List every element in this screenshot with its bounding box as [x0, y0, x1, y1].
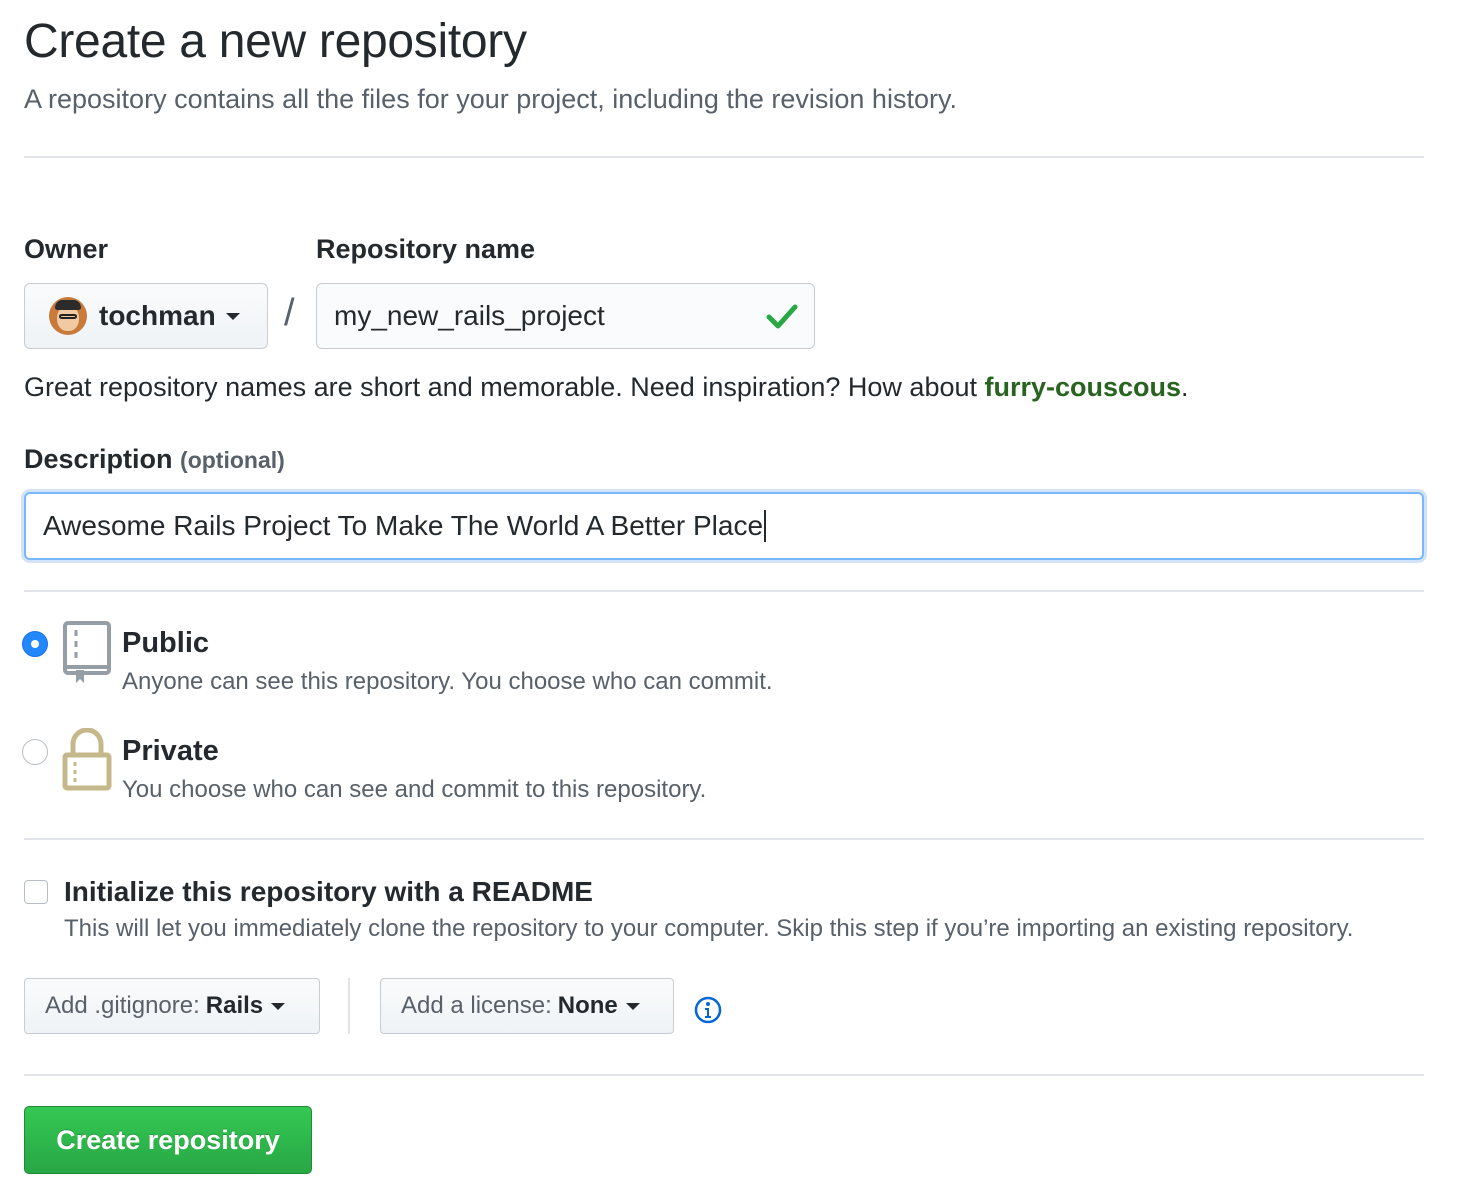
description-value: Awesome Rails Project To Make The World … [43, 510, 764, 541]
repo-name-input[interactable]: my_new_rails_project [316, 283, 815, 349]
private-description: You choose who can see and commit to thi… [122, 776, 707, 803]
public-title: Public [122, 627, 210, 659]
readme-checkbox[interactable] [24, 880, 48, 904]
text-cursor [764, 510, 767, 542]
repo-name-value: my_new_rails_project [334, 300, 605, 331]
page-title: Create a new repository [24, 15, 527, 68]
owner-dropdown[interactable]: tochman [24, 283, 268, 349]
divider [24, 1074, 1424, 1076]
gitignore-value: Rails [205, 992, 264, 1019]
readme-description: This will let you immediately clone the … [64, 915, 1354, 942]
private-radio[interactable] [22, 739, 48, 765]
description-label: Description (optional) [24, 444, 285, 474]
license-value: None [557, 992, 618, 1019]
owner-repo-separator: / [284, 292, 295, 334]
name-hint: Great repository names are short and mem… [24, 372, 1189, 402]
description-input[interactable]: Awesome Rails Project To Make The World … [24, 492, 1424, 560]
info-icon[interactable] [694, 996, 722, 1024]
divider [24, 590, 1424, 592]
name-suggestion-link[interactable]: furry-couscous [985, 372, 1182, 402]
lock-icon [62, 728, 112, 791]
gitignore-dropdown[interactable]: Add .gitignore: Rails [24, 978, 320, 1034]
license-dropdown[interactable]: Add a license: None [380, 978, 674, 1034]
public-radio[interactable] [22, 631, 48, 657]
create-repository-button[interactable]: Create repository [24, 1106, 312, 1174]
divider [24, 838, 1424, 840]
private-title: Private [122, 735, 219, 767]
repo-book-icon [63, 621, 111, 683]
optional-tag: (optional) [180, 447, 285, 473]
caret-down-icon [225, 312, 240, 320]
caret-down-icon [271, 1002, 286, 1010]
page-subtitle: A repository contains all the files for … [24, 84, 957, 114]
check-icon [766, 304, 798, 329]
readme-title: Initialize this repository with a README [64, 876, 593, 907]
owner-label: Owner [24, 234, 109, 264]
divider [348, 978, 350, 1034]
repo-name-label: Repository name [316, 234, 536, 264]
divider [24, 156, 1424, 158]
public-description: Anyone can see this repository. You choo… [122, 668, 773, 695]
owner-name: tochman [99, 300, 216, 331]
avatar [49, 297, 87, 335]
caret-down-icon [625, 1002, 640, 1010]
